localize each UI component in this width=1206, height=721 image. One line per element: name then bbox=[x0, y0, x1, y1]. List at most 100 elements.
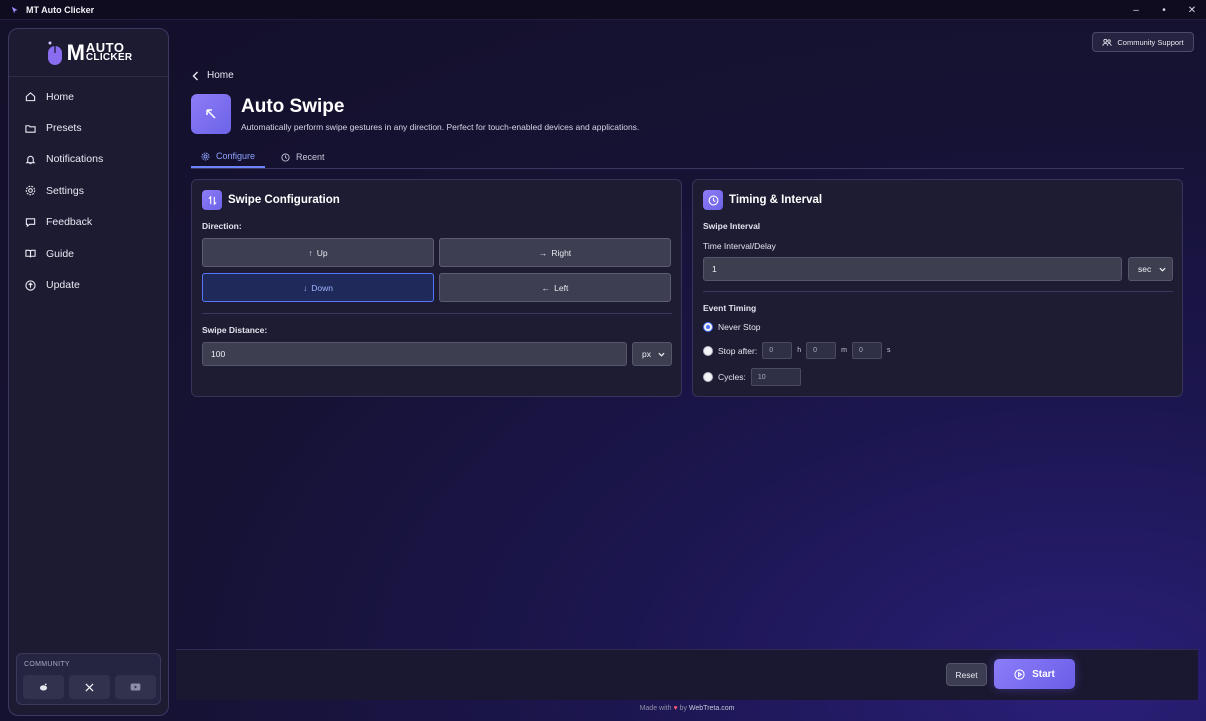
timing-interval-card: Timing & Interval bbox=[692, 179, 1183, 397]
sidebar-item-guide[interactable]: Guide bbox=[9, 238, 168, 269]
made-with-footer: Made with ♥ by WebTreta.com bbox=[639, 705, 735, 712]
sidebar-nav: Home Presets Notifications Settings Feed… bbox=[9, 81, 168, 301]
sidebar-item-update[interactable]: Update bbox=[9, 269, 168, 300]
chevron-down-icon bbox=[1159, 267, 1166, 272]
arrow-left-icon: ← bbox=[541, 282, 551, 293]
direction-down-button[interactable]: ↓ Down bbox=[202, 273, 434, 302]
stop-seconds-input[interactable]: 0 bbox=[851, 342, 882, 359]
sidebar-item-notifications[interactable]: Notifications bbox=[9, 144, 168, 175]
interval-unit-select[interactable]: sec bbox=[1128, 257, 1173, 281]
users-icon bbox=[1102, 38, 1112, 46]
sidebar-item-presets[interactable]: Presets bbox=[9, 112, 168, 143]
community-panel: COMMUNITY bbox=[16, 653, 161, 705]
clock-icon bbox=[281, 152, 290, 162]
minimize-button[interactable]: – bbox=[1122, 0, 1150, 20]
tab-bar: Configure Recent bbox=[191, 146, 1184, 169]
x-twitter-button[interactable] bbox=[69, 675, 110, 699]
window-title: MT Auto Clicker bbox=[26, 4, 95, 15]
gear-icon bbox=[201, 152, 210, 160]
direction-label: Direction: bbox=[202, 221, 242, 231]
gear-icon bbox=[24, 185, 36, 197]
sidebar: M AUTO CLICKER Home Presets Notification… bbox=[8, 28, 169, 716]
play-circle-icon bbox=[1014, 668, 1025, 680]
window-controls: – • ✕ bbox=[1122, 0, 1206, 20]
tab-configure[interactable]: Configure bbox=[191, 146, 266, 168]
stop-minutes-input[interactable]: 0 bbox=[806, 342, 837, 359]
sidebar-item-home[interactable]: Home bbox=[9, 81, 168, 112]
sidebar-item-label: Guide bbox=[46, 247, 75, 260]
card-title: Timing & Interval bbox=[729, 194, 823, 206]
sidebar-item-label: Settings bbox=[46, 184, 84, 197]
sidebar-item-label: Feedback bbox=[46, 216, 93, 229]
breadcrumb[interactable]: Home bbox=[192, 70, 234, 81]
app-cursor-icon bbox=[10, 5, 20, 15]
arrow-up-circle-icon bbox=[24, 279, 36, 291]
book-icon bbox=[24, 248, 36, 260]
sidebar-item-feedback[interactable]: Feedback bbox=[9, 207, 168, 238]
cycles-input[interactable]: 10 bbox=[750, 368, 801, 386]
logo-mark: M bbox=[66, 39, 85, 65]
swipe-interval-heading: Swipe Interval bbox=[703, 221, 761, 231]
chevron-down-icon bbox=[658, 352, 665, 357]
never-stop-option[interactable]: Never Stop bbox=[703, 322, 761, 332]
chat-icon bbox=[24, 216, 36, 228]
chevron-left-icon bbox=[192, 71, 198, 80]
app-logo[interactable]: M AUTO CLICKER bbox=[45, 40, 133, 66]
breadcrumb-home: Home bbox=[207, 70, 234, 81]
swap-vertical-icon bbox=[202, 190, 222, 210]
reset-button[interactable]: Reset bbox=[946, 663, 987, 686]
direction-right-button[interactable]: → Right bbox=[439, 238, 671, 267]
section-divider bbox=[703, 291, 1173, 292]
start-button[interactable]: Start bbox=[994, 659, 1075, 689]
x-logo-icon bbox=[85, 682, 94, 692]
tab-recent[interactable]: Recent bbox=[271, 146, 335, 168]
community-support-button[interactable]: Community Support bbox=[1092, 32, 1194, 52]
youtube-button[interactable] bbox=[115, 675, 156, 699]
swipe-distance-input[interactable]: 100 bbox=[202, 342, 627, 366]
tab-label: Configure bbox=[216, 151, 256, 161]
sidebar-item-label: Presets bbox=[46, 122, 82, 135]
home-icon bbox=[24, 91, 36, 103]
bell-icon bbox=[24, 153, 36, 165]
youtube-icon bbox=[130, 683, 141, 691]
community-label: COMMUNITY bbox=[24, 661, 70, 668]
sidebar-item-label: Notifications bbox=[46, 153, 104, 166]
logo-text: AUTO CLICKER bbox=[85, 39, 133, 63]
title-bar: MT Auto Clicker – • ✕ bbox=[0, 0, 1206, 20]
logo-mouse-icon bbox=[47, 41, 62, 65]
stop-after-option[interactable]: Stop after: 0 h 0 m 0 s bbox=[703, 342, 890, 359]
sidebar-item-label: Home bbox=[46, 90, 75, 103]
page-title: Auto Swipe bbox=[241, 96, 345, 117]
brand-link[interactable]: WebTreta.com bbox=[689, 705, 735, 712]
direction-up-button[interactable]: ↑ Up bbox=[202, 238, 434, 267]
heart-icon: ♥ bbox=[673, 705, 678, 712]
cycles-option[interactable]: Cycles: 10 bbox=[703, 368, 801, 386]
swipe-distance-label: Swipe Distance: bbox=[202, 325, 268, 335]
cycles-radio[interactable] bbox=[703, 372, 713, 382]
distance-unit-select[interactable]: px bbox=[632, 342, 672, 366]
stop-after-radio[interactable] bbox=[703, 345, 713, 356]
card-title: Swipe Configuration bbox=[228, 194, 340, 206]
event-timing-heading: Event Timing bbox=[703, 303, 757, 313]
auto-swipe-icon bbox=[191, 94, 231, 134]
tab-label: Recent bbox=[296, 152, 325, 162]
page-description: Automatically perform swipe gestures in … bbox=[241, 122, 640, 132]
time-interval-input[interactable]: 1 bbox=[703, 257, 1122, 281]
sidebar-item-label: Update bbox=[46, 279, 80, 292]
reddit-icon bbox=[39, 683, 48, 691]
folder-icon bbox=[24, 122, 36, 134]
arrow-up-icon: ↑ bbox=[308, 247, 313, 258]
stop-hours-input[interactable]: 0 bbox=[762, 342, 793, 359]
maximize-button[interactable]: • bbox=[1150, 0, 1178, 20]
arrow-right-icon: → bbox=[538, 247, 548, 258]
time-interval-label: Time Interval/Delay bbox=[703, 241, 776, 251]
community-support-label: Community Support bbox=[1117, 37, 1184, 47]
close-button[interactable]: ✕ bbox=[1178, 0, 1206, 20]
arrow-down-icon: ↓ bbox=[303, 282, 308, 293]
logo-area: M AUTO CLICKER bbox=[9, 29, 168, 77]
clock-icon bbox=[703, 190, 723, 210]
direction-left-button[interactable]: ← Left bbox=[439, 273, 671, 302]
never-stop-radio[interactable] bbox=[703, 322, 713, 332]
sidebar-item-settings[interactable]: Settings bbox=[9, 175, 168, 206]
reddit-button[interactable] bbox=[23, 675, 64, 699]
